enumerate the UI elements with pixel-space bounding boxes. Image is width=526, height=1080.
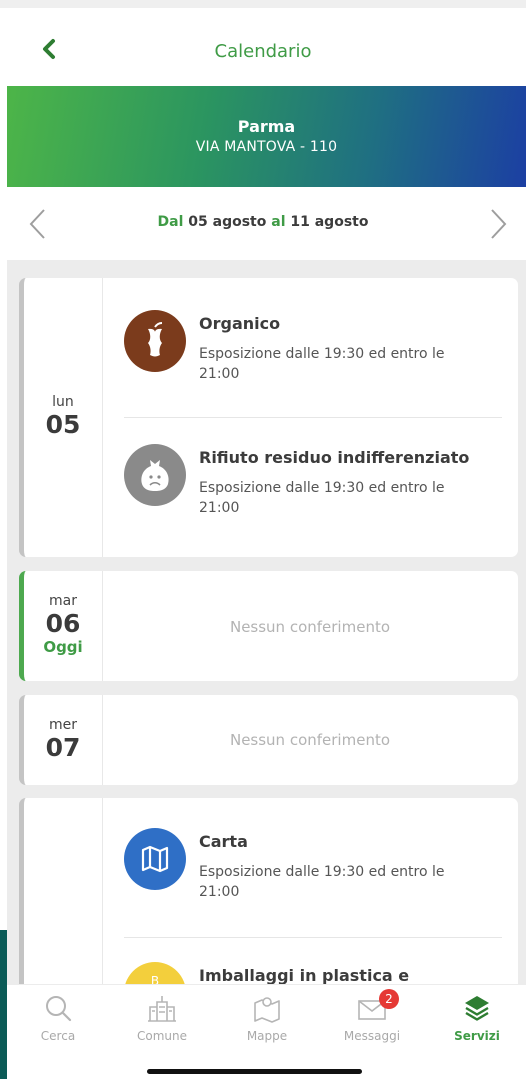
calendar-list[interactable]: lun 05 Organico Esposizione dalle 19:30 … — [7, 260, 526, 984]
collection-item[interactable]: Rifiuto residuo indifferenziato Esposizi… — [124, 444, 502, 516]
tab-cerca[interactable]: Cerca — [8, 993, 108, 1043]
street-address: VIA MANTOVA - 110 — [195, 139, 338, 155]
week-range-label: Dal 05 agosto al 11 agosto — [0, 214, 526, 230]
building-icon — [148, 996, 176, 1022]
map-icon — [254, 997, 280, 1023]
day-column: mer 07 — [24, 695, 103, 785]
plastic-icon: B — [124, 962, 186, 984]
chevron-right-icon — [491, 209, 507, 239]
day-of-week: mar — [49, 593, 77, 609]
map-paper-icon — [124, 828, 186, 890]
tab-comune[interactable]: Comune — [112, 993, 212, 1043]
day-card-wednesday: mer 07 Nessun conferimento — [19, 695, 518, 785]
day-card-next: Carta Esposizione dalle 19:30 ed entro l… — [19, 798, 518, 984]
tab-label: Mappe — [246, 1029, 288, 1043]
status-bar-strip — [0, 0, 526, 8]
from-word: Dal — [157, 214, 184, 230]
tab-messaggi[interactable]: 2 Messaggi — [322, 989, 422, 1043]
tab-label: Messaggi — [343, 1029, 401, 1043]
layers-icon — [465, 996, 489, 1021]
day-number: 07 — [45, 733, 81, 762]
from-date: 05 agosto — [188, 214, 267, 230]
navigation-bar: Calendario — [0, 8, 526, 86]
day-number: 06 — [45, 609, 81, 638]
today-label: Oggi — [43, 638, 83, 656]
to-date: 11 agosto — [290, 214, 369, 230]
collection-item[interactable]: Organico Esposizione dalle 19:30 ed entr… — [124, 310, 502, 382]
day-column — [24, 798, 103, 984]
unread-badge: 2 — [379, 989, 399, 1009]
to-word: al — [271, 214, 286, 230]
day-card-monday: lun 05 Organico Esposizione dalle 19:30 … — [19, 278, 518, 557]
city-name: Parma — [237, 117, 296, 136]
tab-bar: Cerca Comune Mappe 2 Messaggi Servizi — [7, 984, 526, 1080]
day-card-tuesday: mar 06 Oggi Nessun conferimento — [19, 571, 518, 681]
no-collection-label: Nessun conferimento — [229, 731, 391, 749]
item-title: Organico — [199, 314, 281, 333]
item-title: Imballaggi in plastica e — [199, 966, 410, 984]
edge-decoration — [0, 930, 7, 1079]
location-banner: Parma VIA MANTOVA - 110 — [7, 86, 526, 187]
item-title: Carta — [199, 832, 248, 851]
tab-label: Servizi — [454, 1029, 500, 1043]
apple-core-icon — [124, 310, 186, 372]
tab-label: Comune — [136, 1029, 187, 1043]
day-of-week: mer — [48, 717, 77, 733]
item-divider — [124, 937, 502, 938]
collection-item[interactable]: B Imballaggi in plastica e — [124, 962, 502, 984]
item-divider — [124, 417, 502, 418]
item-title: Rifiuto residuo indifferenziato — [199, 448, 470, 467]
week-selector: Dal 05 agosto al 11 agosto — [0, 187, 526, 260]
next-week-button[interactable] — [488, 207, 508, 241]
day-column: mar 06 Oggi — [24, 571, 103, 681]
tab-mappe[interactable]: Mappe — [217, 993, 317, 1043]
collection-item[interactable]: Carta Esposizione dalle 19:30 ed entro l… — [124, 828, 502, 900]
icon-letter: B — [150, 974, 160, 984]
item-description: Esposizione dalle 19:30 ed entro le 21:0… — [199, 480, 445, 516]
day-column: lun 05 — [24, 278, 103, 557]
trash-bag-icon — [124, 444, 186, 506]
item-description: Esposizione dalle 19:30 ed entro le 21:0… — [199, 346, 445, 382]
home-indicator — [147, 1069, 362, 1074]
tab-label: Cerca — [40, 1029, 76, 1043]
day-of-week: lun — [52, 394, 74, 410]
item-description: Esposizione dalle 19:30 ed entro le 21:0… — [199, 864, 445, 900]
day-number: 05 — [45, 410, 81, 439]
no-collection-label: Nessun conferimento — [229, 618, 391, 636]
tab-servizi[interactable]: Servizi — [427, 993, 526, 1043]
search-icon — [46, 996, 72, 1022]
page-title: Calendario — [214, 41, 312, 62]
